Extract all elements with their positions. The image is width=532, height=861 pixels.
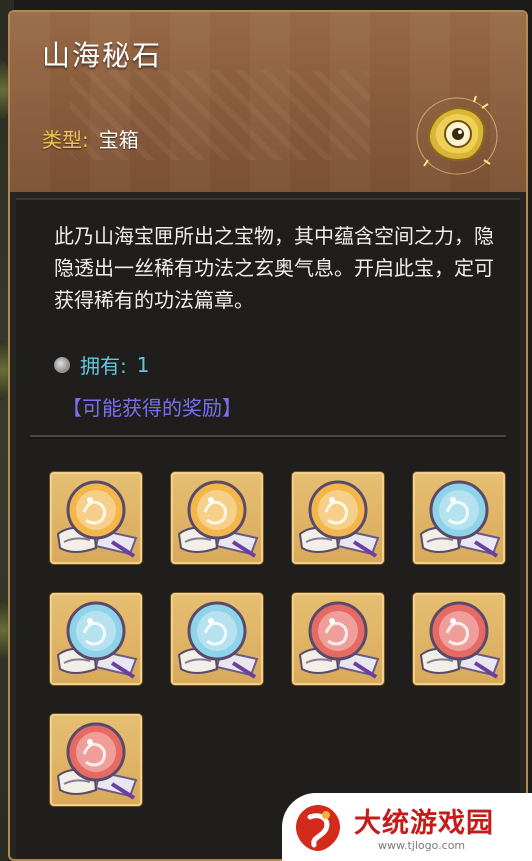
background-orb xyxy=(0,600,8,660)
section-divider xyxy=(30,435,506,439)
reward-slot[interactable] xyxy=(413,593,505,685)
blue-scroll-orb-icon xyxy=(56,601,138,679)
background-orb xyxy=(0,340,8,400)
red-scroll-orb-icon xyxy=(419,601,501,679)
red-scroll-orb-icon xyxy=(56,722,138,800)
item-type-row: 类型: 宝箱 xyxy=(42,124,139,153)
reward-slot[interactable] xyxy=(50,472,142,564)
watermark-brand: 大统游戏园 xyxy=(354,808,494,839)
reward-slot[interactable] xyxy=(292,593,384,685)
reward-slot[interactable] xyxy=(171,593,263,685)
blue-scroll-orb-icon xyxy=(177,601,259,679)
reward-slot[interactable] xyxy=(413,472,505,564)
owned-coin-icon xyxy=(54,356,70,373)
reward-slot[interactable] xyxy=(292,472,384,564)
item-tooltip-panel: 山海秘石 类型: 宝箱 此乃山海宝匣所出之宝物，其中蕴含空间之力，隐隐透出一丝稀有… xyxy=(8,10,528,861)
watermark-url: www.tjlogo.com xyxy=(378,839,466,852)
blue-scroll-orb-icon xyxy=(419,480,501,558)
reward-slot[interactable] xyxy=(50,593,142,685)
golden-rune-stone-icon xyxy=(416,95,498,175)
item-type-label: 类型: xyxy=(42,128,89,152)
item-type-value: 宝箱 xyxy=(98,128,139,152)
owned-count: 1 xyxy=(136,352,150,377)
watermark-banner: 大统游戏园 www.tjlogo.com xyxy=(282,793,532,861)
gold-scroll-orb-icon xyxy=(298,480,380,558)
red-scroll-orb-icon xyxy=(298,601,380,679)
item-description: 此乃山海宝匣所出之宝物，其中蕴含空间之力，隐隐透出一丝稀有功法之玄奥气息。开启此… xyxy=(54,224,494,312)
reward-slot[interactable] xyxy=(50,714,142,806)
owned-label: 拥有: xyxy=(80,354,127,378)
item-title: 山海秘石 xyxy=(42,39,163,72)
watermark-logo-icon xyxy=(296,805,340,851)
rewards-section-title: 【可能获得的奖励】 xyxy=(62,396,242,420)
owned-count-row: 拥有: 1 xyxy=(54,350,149,379)
reward-slot[interactable] xyxy=(171,472,263,564)
tooltip-header: 山海秘石 类型: 宝箱 xyxy=(10,12,526,192)
background-orb xyxy=(0,60,8,120)
gold-scroll-orb-icon xyxy=(177,480,259,558)
gold-scroll-orb-icon xyxy=(56,480,138,558)
tooltip-body: 此乃山海宝匣所出之宝物，其中蕴含空间之力，隐隐透出一丝稀有功法之玄奥气息。开启此… xyxy=(16,198,520,859)
